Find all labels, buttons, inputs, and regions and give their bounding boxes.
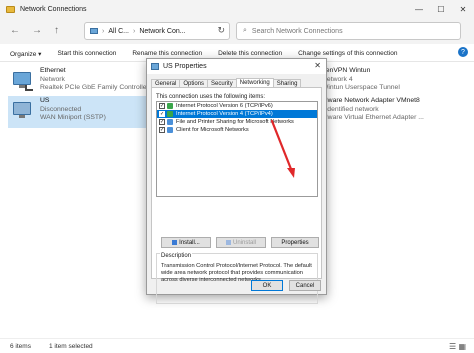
view-toggle-icon[interactable]: ☰ ▦: [449, 342, 466, 351]
change-settings-button[interactable]: Change settings of this connection: [298, 50, 397, 57]
ok-button[interactable]: OK: [251, 280, 283, 291]
list-item-file-printer-sharing[interactable]: ✓ File and Printer Sharing for Microsoft…: [157, 118, 317, 126]
networking-panel: This connection uses the following items…: [151, 87, 322, 304]
connection-name: Ethernet: [40, 67, 66, 74]
network-icon: [151, 63, 159, 70]
checkbox-ipv4[interactable]: ✓: [159, 111, 165, 117]
description-group: Description Transmission Control Protoco…: [156, 253, 318, 304]
list-item-client[interactable]: ✓ Client for Microsoft Networks: [157, 126, 317, 134]
chevron-right-icon: ›: [132, 27, 136, 35]
network-service-icon: [167, 119, 173, 125]
uninstall-shield-icon: [225, 240, 231, 245]
network-client-icon: [167, 127, 173, 133]
connection-device: Realtek PCIe GbE Family Controller: [40, 84, 149, 91]
breadcrumb-item-all-control-panel[interactable]: All C...: [108, 28, 129, 35]
search-placeholder: Search Network Connections: [251, 27, 343, 35]
dialog-close-button[interactable]: ✕: [314, 61, 321, 70]
checkbox-ipv6[interactable]: ✓: [159, 103, 165, 109]
uninstall-button[interactable]: Uninstall: [216, 237, 266, 248]
delete-connection-button[interactable]: Delete this connection: [218, 50, 282, 57]
up-icon[interactable]: ↑: [54, 25, 59, 36]
vpn-icon: [11, 99, 35, 123]
window-title: Network Connections: [20, 5, 87, 13]
protocol-icon: [167, 103, 173, 109]
item-label: Internet Protocol Version 6 (TCP/IPv6): [176, 103, 273, 109]
connection-device: Mware Virtual Ethernet Adapter ...: [322, 114, 424, 121]
connection-item-us[interactable]: US Disconnected WAN Miniport (SSTP): [8, 96, 168, 128]
install-button[interactable]: Install...: [161, 237, 211, 248]
search-icon: ⌕: [243, 27, 247, 34]
breadcrumb-item-network-connections[interactable]: Network Con...: [139, 28, 185, 35]
connection-status: Network 4: [322, 75, 353, 83]
address-bar: ← → ↑ › All C... › Network Con... ↻ ⌕ Se…: [0, 18, 474, 44]
protocol-icon: [167, 111, 173, 117]
item-label: Internet Protocol Version 4 (TCP/IPv4): [176, 111, 273, 117]
description-label: Description: [160, 253, 193, 259]
connection-name: US: [40, 97, 50, 104]
items-list: ✓ Internet Protocol Version 6 (TCP/IPv6)…: [156, 101, 318, 197]
forward-icon[interactable]: →: [32, 25, 42, 36]
connection-device: Wintun Userspace Tunnel: [322, 84, 400, 91]
help-icon[interactable]: ?: [458, 47, 468, 57]
item-label: Client for Microsoft Networks: [176, 127, 249, 133]
checkbox-file-printer-sharing[interactable]: ✓: [159, 119, 165, 125]
close-button[interactable]: ✕: [452, 0, 474, 18]
connection-name: Mware Network Adapter VMnet8: [322, 97, 420, 104]
organize-menu[interactable]: Organize ▾: [10, 50, 41, 58]
connection-status: nidentified network: [322, 105, 379, 113]
dialog-title: US Properties: [163, 63, 207, 70]
install-shield-icon: [172, 240, 178, 245]
connection-status: Network: [40, 75, 65, 83]
item-label: File and Printer Sharing for Microsoft N…: [176, 119, 294, 125]
properties-button[interactable]: Properties: [271, 237, 319, 248]
connection-item-openvpn[interactable]: penVPN Wintun Network 4 Wintun Userspace…: [322, 67, 400, 93]
window-controls: — ☐ ✕: [408, 0, 474, 18]
dialog-title-bar: US Properties ✕: [147, 59, 326, 74]
minimize-button[interactable]: —: [408, 0, 430, 18]
folder-icon: [6, 5, 15, 13]
title-bar: Network Connections — ☐ ✕: [0, 0, 474, 18]
back-icon[interactable]: ←: [10, 25, 20, 36]
chevron-right-icon: ›: [102, 27, 105, 35]
connection-device: WAN Miniport (SSTP): [40, 114, 106, 121]
cancel-button[interactable]: Cancel: [289, 280, 321, 291]
start-connection-button[interactable]: Start this connection: [57, 50, 116, 57]
connection-status: Disconnected: [40, 105, 82, 113]
maximize-button[interactable]: ☐: [430, 0, 452, 18]
breadcrumb[interactable]: › All C... › Network Con... ↻: [84, 22, 230, 40]
item-count: 6 items: [10, 342, 31, 350]
list-item-ipv4[interactable]: ✓ Internet Protocol Version 4 (TCP/IPv4): [157, 110, 317, 118]
search-input[interactable]: ⌕ Search Network Connections: [236, 22, 461, 40]
properties-dialog: US Properties ✕ General Options Security…: [146, 58, 327, 304]
ethernet-icon: [11, 69, 35, 93]
rename-connection-button[interactable]: Rename this connection: [132, 50, 202, 57]
connection-item-vmnet8[interactable]: Mware Network Adapter VMnet8 nidentified…: [322, 97, 424, 123]
connection-name: penVPN Wintun: [322, 67, 371, 74]
list-item-ipv6[interactable]: ✓ Internet Protocol Version 6 (TCP/IPv6): [157, 102, 317, 110]
uses-items-label: This connection uses the following items…: [156, 94, 266, 100]
refresh-icon[interactable]: ↻: [217, 25, 225, 36]
network-folder-icon: [90, 28, 98, 34]
checkbox-client[interactable]: ✓: [159, 127, 165, 133]
status-bar: 6 items 1 item selected ☰ ▦: [0, 338, 474, 353]
selected-count: 1 item selected: [48, 342, 93, 350]
